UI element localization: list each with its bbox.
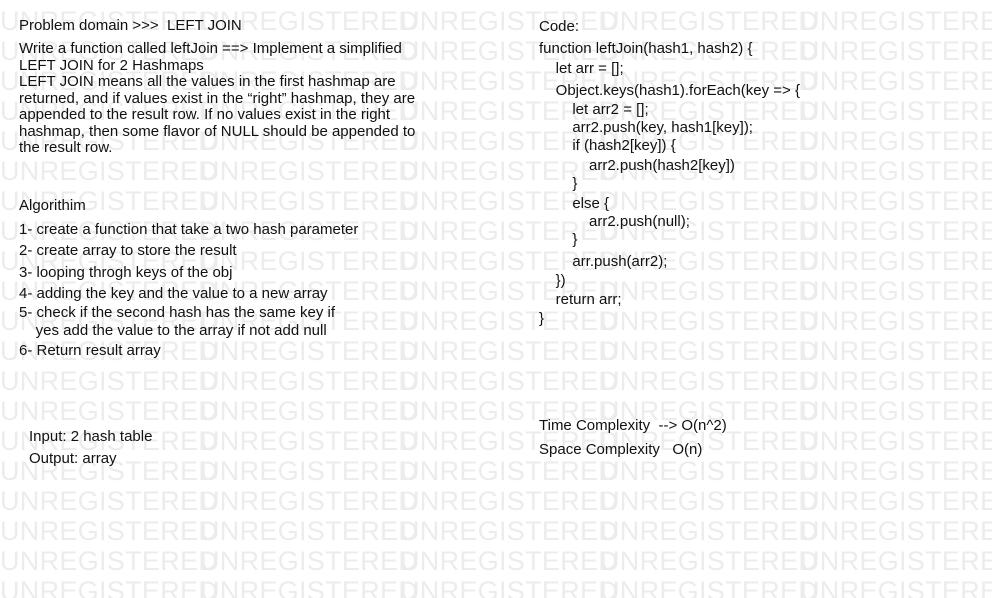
problem-heading: Problem domain >>> LEFT JOIN (19, 17, 242, 34)
algorithm-step: 2- create array to store the result (19, 242, 237, 259)
watermark-text: UNREGISTERED (200, 366, 419, 396)
watermark-text: UNREGISTERED (800, 366, 992, 396)
watermark-text: UNREGISTERED (200, 396, 419, 426)
watermark-text: UNREGISTERED (800, 456, 992, 486)
watermark-text: UNREGISTERED (800, 426, 992, 456)
watermark-text: UNREGISTERED (800, 576, 992, 598)
watermark-text: UNREGISTERED (600, 6, 819, 36)
algorithm-heading: Algorithim (19, 197, 86, 214)
watermark-text: UNREGISTERED (800, 96, 992, 126)
watermark-text: UNREGISTERED (800, 516, 992, 546)
watermark-text: UNREGISTERED (0, 546, 219, 576)
algorithm-step: 1- create a function that take a two has… (19, 221, 359, 238)
watermark-text: UNREGISTERED (600, 516, 819, 546)
algorithm-step: 4- adding the key and the value to a new… (19, 285, 328, 302)
watermark-row: UNREGISTEREDUNREGISTEREDUNREGISTEREDUNRE… (0, 366, 992, 396)
watermark-row: UNREGISTEREDUNREGISTEREDUNREGISTEREDUNRE… (0, 546, 992, 576)
watermark-text: UNREGISTERED (0, 156, 219, 186)
watermark-text: UNREGISTERED (600, 456, 819, 486)
watermark-text: UNREGISTERED (600, 366, 819, 396)
watermark-text: UNREGISTERED (200, 336, 419, 366)
watermark-text: UNREGISTERED (200, 456, 419, 486)
watermark-text: UNREGISTERED (200, 486, 419, 516)
watermark-text: UNREGISTERED (600, 336, 819, 366)
watermark-text: UNREGISTERED (800, 216, 992, 246)
watermark-row: UNREGISTEREDUNREGISTEREDUNREGISTEREDUNRE… (0, 576, 992, 598)
watermark-text: UNREGISTERED (400, 366, 619, 396)
watermark-text: UNREGISTERED (800, 126, 992, 156)
code-line: if (hash2[key]) { (539, 137, 676, 154)
watermark-text: UNREGISTERED (800, 156, 992, 186)
watermark-text: UNREGISTERED (800, 336, 992, 366)
code-line: Object.keys(hash1).forEach(key => { (539, 82, 800, 99)
watermark-text: UNREGISTERED (200, 576, 419, 598)
watermark-row: UNREGISTEREDUNREGISTEREDUNREGISTEREDUNRE… (0, 486, 992, 516)
watermark-text: UNREGISTERED (0, 396, 219, 426)
watermark-text: UNREGISTERED (800, 276, 992, 306)
watermark-text: UNREGISTERED (400, 516, 619, 546)
output-label: Output: array (29, 450, 117, 467)
code-line: } (539, 175, 578, 192)
watermark-row: UNREGISTEREDUNREGISTEREDUNREGISTEREDUNRE… (0, 186, 992, 216)
code-line: } (539, 310, 545, 327)
watermark-text: UNREGISTERED (800, 36, 992, 66)
watermark-text: UNREGISTERED (600, 546, 819, 576)
watermark-text: UNREGISTERED (800, 486, 992, 516)
watermark-row: UNREGISTEREDUNREGISTEREDUNREGISTEREDUNRE… (0, 516, 992, 546)
watermark-text: UNREGISTERED (400, 456, 619, 486)
input-label: Input: 2 hash table (29, 428, 153, 445)
watermark-text: UNREGISTERED (800, 66, 992, 96)
code-line: arr2.push(key, hash1[key]); (539, 119, 753, 136)
watermark-row: UNREGISTEREDUNREGISTEREDUNREGISTEREDUNRE… (0, 396, 992, 426)
watermark-text: UNREGISTERED (600, 306, 819, 336)
code-line: function leftJoin(hash1, hash2) { (539, 40, 753, 57)
code-heading: Code: (539, 18, 580, 35)
watermark-text: UNREGISTERED (800, 246, 992, 276)
watermark-text: UNREGISTERED (600, 486, 819, 516)
code-line: arr.push(arr2); (539, 253, 668, 270)
watermark-row: UNREGISTEREDUNREGISTEREDUNREGISTEREDUNRE… (0, 456, 992, 486)
algorithm-step: 3- looping throgh keys of the obj (19, 264, 233, 281)
code-line: let arr2 = []; (539, 101, 649, 118)
watermark-text: UNREGISTERED (400, 306, 619, 336)
watermark-text: UNREGISTERED (800, 6, 992, 36)
watermark-text: UNREGISTERED (800, 306, 992, 336)
algorithm-step: 5- check if the second hash has the same… (19, 304, 336, 339)
code-line: let arr = []; (539, 60, 624, 77)
watermark-text: UNREGISTERED (800, 546, 992, 576)
watermark-text: UNREGISTERED (600, 576, 819, 598)
watermark-text: UNREGISTERED (200, 516, 419, 546)
watermark-text: UNREGISTERED (800, 186, 992, 216)
code-line: }) (539, 272, 566, 289)
code-line: arr2.push(hash2[key]) (539, 157, 735, 174)
watermark-text: UNREGISTERED (0, 576, 219, 598)
watermark-row: UNREGISTEREDUNREGISTEREDUNREGISTEREDUNRE… (0, 156, 992, 186)
code-line: arr2.push(null); (539, 213, 690, 230)
watermark-text: UNREGISTERED (400, 576, 619, 598)
watermark-text: UNREGISTERED (200, 156, 419, 186)
time-complexity: Time Complexity --> O(n^2) (539, 417, 727, 434)
space-complexity: Space Complexity O(n) (539, 441, 703, 458)
watermark-text: UNREGISTERED (0, 516, 219, 546)
watermark-text: UNREGISTERED (600, 276, 819, 306)
watermark-text: UNREGISTERED (600, 186, 819, 216)
watermark-text: UNREGISTERED (800, 396, 992, 426)
watermark-text: UNREGISTERED (200, 186, 419, 216)
algorithm-step: 6- Return result array (19, 342, 161, 359)
watermark-text: UNREGISTERED (200, 546, 419, 576)
code-line: } (539, 231, 578, 248)
watermark-text: UNREGISTERED (200, 426, 419, 456)
code-line: else { (539, 195, 610, 212)
watermark-text: UNREGISTERED (0, 366, 219, 396)
watermark-text: UNREGISTERED (400, 336, 619, 366)
watermark-text: UNREGISTERED (400, 546, 619, 576)
watermark-text: UNREGISTERED (0, 486, 219, 516)
problem-description: Write a function called leftJoin ==> Imp… (19, 40, 416, 156)
watermark-text: UNREGISTERED (400, 486, 619, 516)
code-line: return arr; (539, 291, 622, 308)
